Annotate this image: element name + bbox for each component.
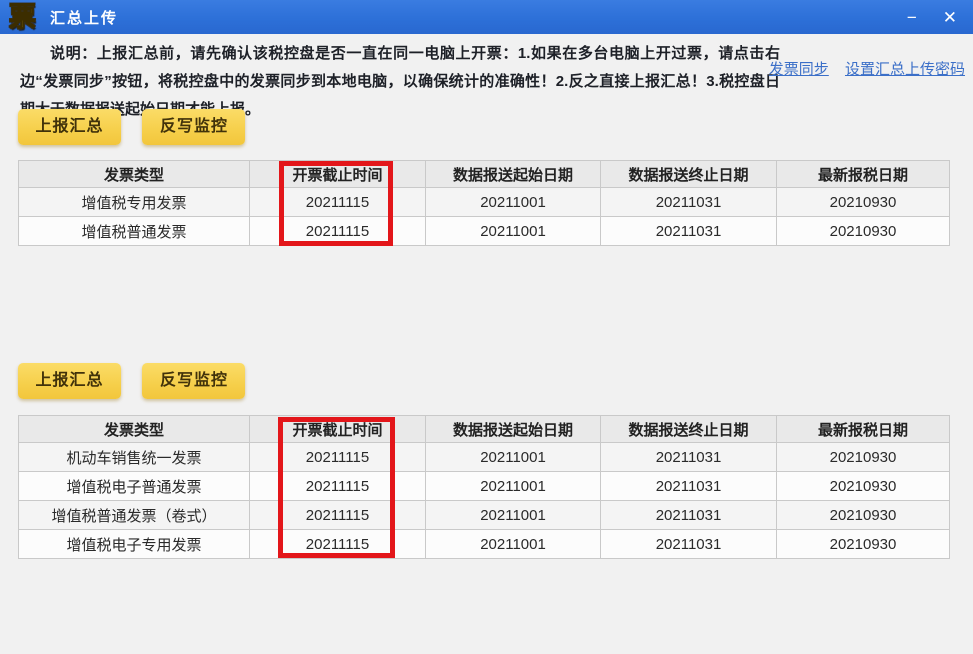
cell-issue-deadline: 20211115	[249, 187, 426, 217]
col-report-end-date: 数据报送终止日期	[600, 415, 777, 443]
cell-issue-deadline: 20211115	[249, 442, 426, 472]
cell-latest-tax-date: 20210930	[776, 216, 950, 246]
cell-invoice-type: 增值税专用发票	[18, 187, 250, 217]
cell-report-start-date: 20211001	[425, 216, 601, 246]
col-latest-tax-date: 最新报税日期	[776, 160, 950, 188]
cell-report-start-date: 20211001	[425, 529, 601, 559]
button-row-1: 上报汇总 反写监控	[18, 109, 262, 145]
table-row: 增值税专用发票 20211115 20211001 20211031 20210…	[18, 187, 950, 217]
table-row: 增值税电子专用发票 20211115 20211001 20211031 202…	[18, 529, 950, 559]
cell-invoice-type: 增值税电子专用发票	[18, 529, 250, 559]
cell-latest-tax-date: 20210930	[776, 442, 950, 472]
cell-report-end-date: 20211031	[600, 529, 777, 559]
cell-report-end-date: 20211031	[600, 216, 777, 246]
close-icon[interactable]: ✕	[939, 7, 961, 28]
link-invoice-sync[interactable]: 发票同步	[769, 61, 829, 78]
cell-report-end-date: 20211031	[600, 442, 777, 472]
link-set-upload-password[interactable]: 设置汇总上传密码	[845, 61, 965, 78]
cell-latest-tax-date: 20210930	[776, 500, 950, 530]
window-controls: − ✕	[903, 7, 961, 28]
app-window: 票 汇总上传 − ✕ 说明：上报汇总前，请先确认该税控盘是否一直在同一电脑上开票…	[0, 0, 973, 654]
cell-latest-tax-date: 20210930	[776, 187, 950, 217]
invoice-table-2: 发票类型 开票截止时间 数据报送起始日期 数据报送终止日期 最新报税日期 机动车…	[18, 415, 950, 559]
cell-invoice-type: 增值税普通发票	[18, 216, 250, 246]
rewrite-monitor-button-1[interactable]: 反写监控	[142, 109, 246, 145]
col-invoice-type: 发票类型	[18, 415, 250, 443]
title-bar: 票 汇总上传 − ✕	[0, 0, 973, 34]
cell-report-end-date: 20211031	[600, 187, 777, 217]
cell-report-end-date: 20211031	[600, 500, 777, 530]
invoice-app-logo-icon: 票	[9, 1, 37, 32]
cell-report-start-date: 20211001	[425, 187, 601, 217]
col-report-start-date: 数据报送起始日期	[425, 415, 601, 443]
button-row-2: 上报汇总 反写监控	[18, 363, 262, 399]
cell-report-start-date: 20211001	[425, 500, 601, 530]
table-row: 增值税普通发票（卷式） 20211115 20211001 20211031 2…	[18, 500, 950, 530]
table-header-row: 发票类型 开票截止时间 数据报送起始日期 数据报送终止日期 最新报税日期	[18, 160, 950, 188]
report-summary-button-1[interactable]: 上报汇总	[18, 109, 121, 145]
cell-latest-tax-date: 20210930	[776, 471, 950, 501]
cell-issue-deadline: 20211115	[249, 529, 426, 559]
col-issue-deadline: 开票截止时间	[249, 415, 426, 443]
cell-invoice-type: 增值税普通发票（卷式）	[18, 500, 250, 530]
window-title: 汇总上传	[50, 9, 119, 27]
cell-report-start-date: 20211001	[425, 471, 601, 501]
col-report-end-date: 数据报送终止日期	[600, 160, 777, 188]
col-issue-deadline: 开票截止时间	[249, 160, 426, 188]
rewrite-monitor-button-2[interactable]: 反写监控	[142, 363, 246, 399]
table-row: 增值税电子普通发票 20211115 20211001 20211031 202…	[18, 471, 950, 501]
cell-issue-deadline: 20211115	[249, 471, 426, 501]
cell-issue-deadline: 20211115	[249, 500, 426, 530]
cell-report-end-date: 20211031	[600, 471, 777, 501]
cell-invoice-type: 机动车销售统一发票	[18, 442, 250, 472]
col-invoice-type: 发票类型	[18, 160, 250, 188]
table-header-row: 发票类型 开票截止时间 数据报送起始日期 数据报送终止日期 最新报税日期	[18, 415, 950, 443]
report-summary-button-2[interactable]: 上报汇总	[18, 363, 121, 399]
cell-latest-tax-date: 20210930	[776, 529, 950, 559]
table-row: 机动车销售统一发票 20211115 20211001 20211031 202…	[18, 442, 950, 472]
table-row: 增值税普通发票 20211115 20211001 20211031 20210…	[18, 216, 950, 246]
cell-report-start-date: 20211001	[425, 442, 601, 472]
invoice-table-1: 发票类型 开票截止时间 数据报送起始日期 数据报送终止日期 最新报税日期 增值税…	[18, 160, 950, 246]
col-latest-tax-date: 最新报税日期	[776, 415, 950, 443]
quick-links: 发票同步 设置汇总上传密码	[757, 58, 965, 79]
col-report-start-date: 数据报送起始日期	[425, 160, 601, 188]
cell-issue-deadline: 20211115	[249, 216, 426, 246]
minimize-icon[interactable]: −	[903, 7, 921, 28]
cell-invoice-type: 增值税电子普通发票	[18, 471, 250, 501]
